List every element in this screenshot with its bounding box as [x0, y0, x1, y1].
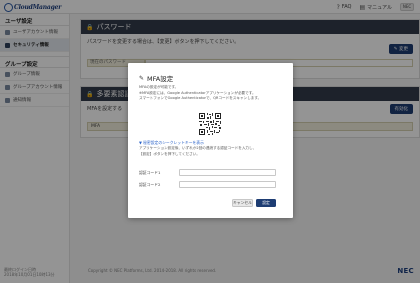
modal-description: MFAの設定が可能です。 ※MFA設定には、Google Authenticat… [139, 85, 287, 102]
confirm-button[interactable]: 設定 [256, 199, 276, 207]
cancel-button[interactable]: キャンセル [232, 199, 253, 207]
auth-code2-input[interactable] [179, 181, 276, 188]
modal-desc-line: スマートフォンでGoogle Authenticatorで、QRコードをスキャン… [139, 96, 262, 100]
auth-code2-label: 認証コード2 [139, 181, 161, 187]
modal-instruction-line: 【設定】ボタンを押下してください。 [139, 151, 200, 156]
mfa-settings-modal: ✎ MFA設定 MFAの設定が可能です。 ※MFA設定には、Google Aut… [128, 63, 293, 218]
modal-title: ✎ MFA設定 [139, 73, 174, 84]
qr-code [198, 112, 222, 136]
pencil-icon: ✎ [139, 74, 145, 82]
auth-code2-row: 認証コード2 [139, 181, 276, 188]
modal-instructions: アプリケーション設定後、いずれか2回の連続する認証コードを入力し、 【設定】ボタ… [139, 146, 287, 157]
auth-code1-input[interactable] [179, 169, 276, 176]
auth-code1-row: 認証コード1 [139, 169, 276, 176]
modal-title-text: MFA設定 [147, 75, 174, 83]
qr-code-image [198, 112, 222, 136]
auth-code1-label: 認証コード1 [139, 169, 161, 175]
